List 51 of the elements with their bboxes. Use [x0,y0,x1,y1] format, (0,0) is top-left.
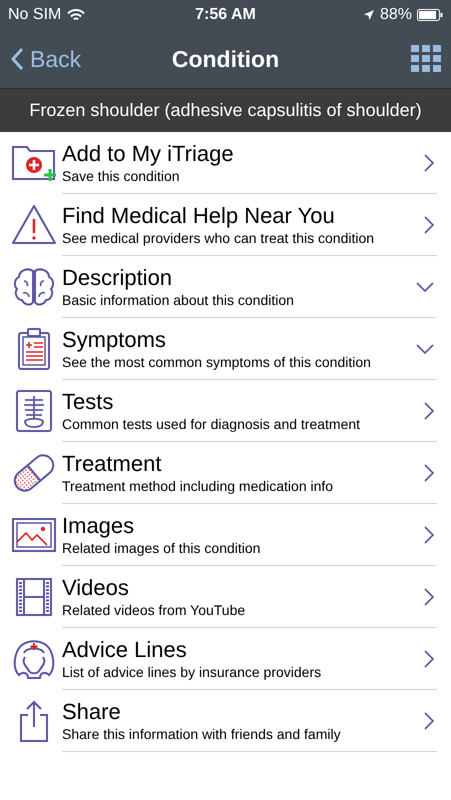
chevron-right-icon [423,710,435,730]
wifi-icon [67,8,86,22]
location-arrow-icon [362,9,375,21]
chevron-right-icon [423,648,435,668]
chevron-right-icon [423,524,435,544]
list-item[interactable]: Description Basic information about this condition [0,256,451,318]
list-item[interactable]: Tests Common tests used for diagnosis and treatment [0,380,451,442]
item-title: Advice Lines [62,636,188,663]
item-title: Add to My iTriage [62,140,235,167]
chevron-down-icon [415,280,435,292]
clock-label: 7:56 AM [195,5,256,25]
chevron-right-icon [423,152,435,172]
chevron-right-icon [423,214,435,234]
list-item[interactable]: Treatment Treatment method including medication info [0,442,451,504]
list-item[interactable]: Share Share this information with friends and family [0,690,451,752]
item-subtitle: See the most common symptoms of this condition [62,353,372,371]
item-title: Treatment [62,450,162,477]
battery-icon [416,9,443,21]
list-item[interactable]: Add to My iTriage Save this condition [0,132,451,194]
list-item[interactable]: Videos Related videos from YouTube [0,566,451,628]
item-subtitle: Related videos from YouTube [62,601,246,619]
screen-title: Condition [172,44,280,74]
grid-menu-icon[interactable] [410,45,441,73]
battery-label: 88% [380,5,412,25]
chevron-right-icon [423,586,435,606]
list-item[interactable]: Find Medical Help Near You See medical providers who can treat this condition [0,194,451,256]
item-subtitle: Related images of this condition [62,539,262,557]
chevron-right-icon [423,400,435,420]
list-item[interactable]: Advice Lines List of advice lines by insurance providers [0,628,451,690]
item-subtitle: Treatment method including medication info [62,477,334,495]
item-subtitle: Basic information about this condition [62,291,295,309]
item-subtitle: List of advice lines by insurance providers [62,663,322,681]
item-title: Description [62,264,174,291]
carrier-label: No SIM [8,5,62,25]
item-title: Videos [62,574,130,601]
item-title: Share [62,698,122,725]
chevron-right-icon [423,462,435,482]
condition-title: Frozen shoulder (adhesive capsulitis of shoulder) [29,99,422,122]
item-title: Tests [62,388,114,415]
list-item[interactable]: Symptoms See the most common symptoms of this condition [0,318,451,380]
chevron-left-icon [10,47,24,71]
item-title: Symptoms [62,326,167,353]
item-subtitle: Common tests used for diagnosis and treatment [62,415,362,433]
item-subtitle: See medical providers who can treat this condition [62,229,376,247]
item-title: Images [62,512,136,539]
chevron-down-icon [415,342,435,354]
list-item[interactable]: Images Related images of this condition [0,504,451,566]
item-subtitle: Save this condition [62,167,181,185]
item-title: Find Medical Help Near You [62,202,336,229]
back-button[interactable]: Back [10,42,120,76]
item-subtitle: Share this information with friends and family [62,725,342,743]
